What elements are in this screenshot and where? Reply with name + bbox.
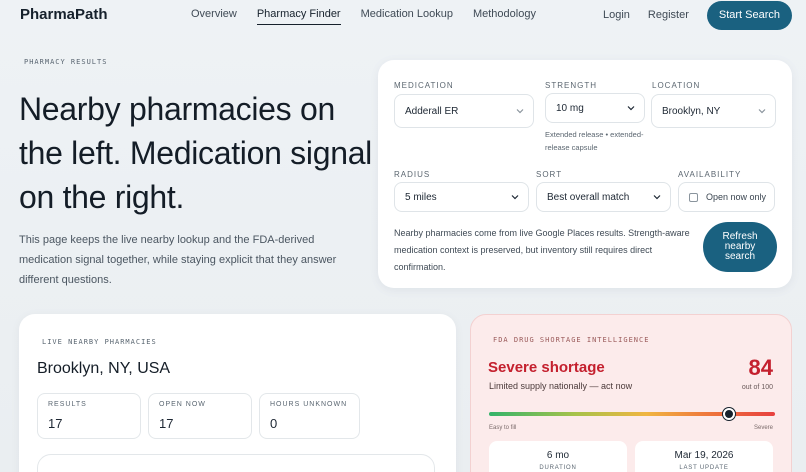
shortage-score: 84: [748, 355, 773, 380]
top-nav: PharmaPath Overview Pharmacy Finder Medi…: [0, 0, 806, 30]
nav-link-methodology[interactable]: Methodology: [473, 8, 536, 25]
register-link[interactable]: Register: [648, 9, 689, 21]
stat-open-now: OPEN NOW 17: [148, 393, 252, 439]
sort-value: Best overall match: [547, 191, 630, 203]
medication-label: MEDICATION: [394, 81, 454, 90]
severity-marker: [723, 408, 736, 420]
chevron-down-icon: [511, 195, 519, 200]
duration-value: 6 mo: [546, 450, 570, 461]
refresh-search-label: Refresh nearby search: [722, 231, 758, 262]
search-form-card: MEDICATION Adderall ER STRENGTH 10 mg Ex…: [378, 60, 792, 288]
sort-select[interactable]: Best overall match: [536, 182, 671, 212]
stat-label: OPEN NOW: [159, 401, 206, 408]
stat-label: HOURS UNKNOWN: [270, 401, 348, 408]
availability-label: AVAILABILITY: [678, 170, 742, 179]
chevron-down-icon: [653, 195, 661, 200]
data-source-note: Nearby pharmacies come from live Google …: [394, 228, 690, 272]
shortage-card: FDA DRUG SHORTAGE INTELLIGENCE Severe sh…: [470, 314, 792, 472]
nav-link-medication-lookup[interactable]: Medication Lookup: [361, 8, 453, 25]
brand-logo[interactable]: PharmaPath: [20, 6, 108, 23]
hero-subtitle: This page keeps the live nearby lookup a…: [19, 234, 337, 286]
live-city: Brooklyn, NY, USA: [37, 360, 171, 377]
stat-value: 17: [159, 416, 174, 431]
hero-eyebrow: PHARMACY RESULTS: [24, 58, 108, 66]
scale-high-label: Severe: [753, 425, 773, 431]
strength-hint: Extended release • extended-release caps…: [545, 130, 644, 152]
stat-label: RESULTS: [48, 401, 87, 408]
open-now-checkbox[interactable]: [689, 192, 698, 202]
duration-label: DURATION: [539, 465, 577, 471]
nav-link-pharmacy-finder[interactable]: Pharmacy Finder: [256, 8, 341, 25]
open-now-toggle[interactable]: Open now only: [678, 182, 775, 212]
stat-value: 0: [270, 416, 278, 431]
nav-links: Overview Pharmacy Finder Medication Look…: [191, 8, 556, 25]
shortage-score-max: out of 100: [741, 384, 773, 391]
radius-select[interactable]: 5 miles: [394, 182, 529, 212]
live-eyebrow: LIVE NEARBY PHARMACIES: [42, 338, 157, 346]
open-now-label: Open now only: [706, 192, 767, 202]
strength-label: STRENGTH: [545, 81, 597, 90]
strength-select[interactable]: 10 mg: [545, 93, 645, 123]
stat-results: RESULTS 17: [37, 393, 141, 439]
radius-value: 5 miles: [405, 191, 437, 203]
nav-link-overview[interactable]: Overview: [191, 8, 237, 25]
radius-label: RADIUS: [394, 170, 431, 179]
nav-actions: Login Register Start Search: [603, 0, 792, 30]
shortage-title: Severe shortage: [488, 359, 605, 376]
login-link[interactable]: Login: [603, 9, 630, 21]
last-update-label: LAST UPDATE: [679, 465, 729, 471]
refresh-search-button[interactable]: Refresh nearby search: [703, 222, 777, 272]
chevron-down-icon: [516, 109, 524, 114]
medication-value: Adderall ER: [405, 105, 459, 117]
duration-tile: 6 mo DURATION: [489, 441, 627, 472]
shortage-subtitle: Limited supply nationally — act now: [489, 381, 633, 391]
page-title: Nearby pharmacies on the left. Medicatio…: [19, 91, 372, 215]
shortage-eyebrow: FDA DRUG SHORTAGE INTELLIGENCE: [493, 336, 650, 344]
location-select[interactable]: Brooklyn, NY: [651, 94, 776, 128]
location-label: LOCATION: [652, 81, 701, 90]
chevron-down-icon: [627, 106, 635, 111]
last-update-value: Mar 19, 2026: [674, 450, 734, 461]
scale-low-label: Easy to fill: [489, 425, 517, 431]
location-value: Brooklyn, NY: [662, 105, 721, 117]
chevron-down-icon: [758, 109, 766, 114]
shortage-severity-bar: [489, 408, 775, 420]
stat-hours-unknown: HOURS UNKNOWN 0: [259, 393, 360, 439]
last-update-tile: Mar 19, 2026 LAST UPDATE: [635, 441, 773, 472]
medication-select[interactable]: Adderall ER: [394, 94, 534, 128]
strength-value: 10 mg: [556, 102, 584, 114]
start-search-button[interactable]: Start Search: [706, 0, 792, 30]
live-pharmacies-card: LIVE NEARBY PHARMACIES Brooklyn, NY, USA…: [19, 314, 456, 472]
sort-label: SORT: [536, 170, 563, 179]
pharmacy-list-item[interactable]: [37, 454, 435, 472]
stat-value: 17: [48, 416, 63, 431]
